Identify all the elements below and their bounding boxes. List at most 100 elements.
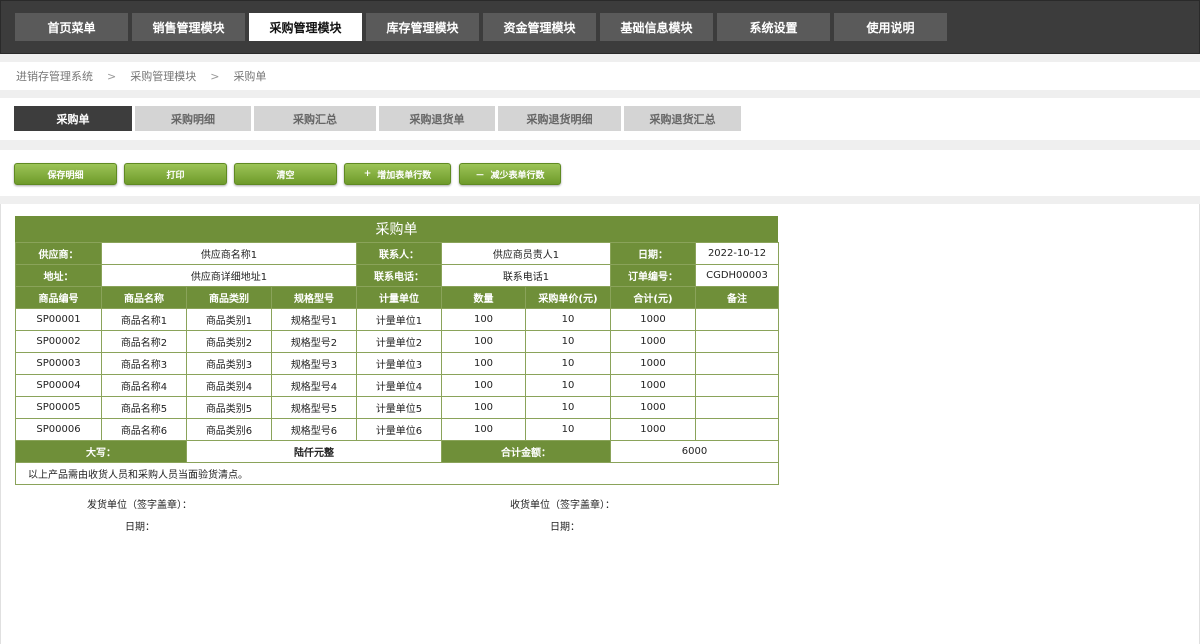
nav-item-sales[interactable]: 销售管理模块 [132, 13, 245, 41]
table-cell[interactable]: 10 [525, 418, 611, 441]
table-cell[interactable]: 规格型号6 [271, 418, 357, 441]
tab-purchase-return-summary[interactable]: 采购退货汇总 [624, 106, 741, 131]
tab-purchase-summary[interactable]: 采购汇总 [254, 106, 376, 131]
supplier-value[interactable]: 供应商名称1 [101, 242, 357, 265]
column-header: 备注 [695, 286, 779, 309]
table-row: SP00006 商品名称6 商品类别6 规格型号6 计量单位6 100 10 1000 [15, 418, 779, 441]
table-cell[interactable]: 商品名称3 [101, 352, 187, 375]
table-cell[interactable]: 商品类别1 [186, 308, 272, 331]
table-cell[interactable]: 规格型号4 [271, 374, 357, 397]
purchase-order-sheet: 采购单 供应商： 供应商名称1 联系人： 供应商员责人1 日期： 2022-10… [0, 204, 1200, 644]
breadcrumb-item[interactable]: 采购管理模块 [130, 68, 196, 84]
table-cell[interactable]: 商品类别3 [186, 352, 272, 375]
contact-value[interactable]: 供应商员责人1 [441, 242, 611, 265]
table-cell[interactable] [695, 396, 779, 419]
table-cell[interactable]: 计量单位1 [356, 308, 442, 331]
date-value[interactable]: 2022-10-12 [695, 242, 779, 265]
order-no-value[interactable]: CGDH00003 [695, 264, 779, 287]
table-cell[interactable]: 规格型号2 [271, 330, 357, 353]
breadcrumb-current: 采购单 [233, 70, 267, 83]
add-rows-button[interactable]: + 增加表单行数 [344, 163, 451, 185]
table-cell[interactable]: 商品名称2 [101, 330, 187, 353]
table-cell[interactable]: 10 [525, 330, 611, 353]
table-cell[interactable]: 商品类别2 [186, 330, 272, 353]
tab-purchase-order[interactable]: 采购单 [14, 106, 132, 131]
table-cell[interactable]: 1000 [610, 308, 696, 331]
amount-row: 大写： 陆仟元整 合计金额： 6000 [15, 440, 779, 463]
breadcrumb-item[interactable]: 进销存管理系统 [16, 68, 93, 84]
column-header: 规格型号 [271, 286, 357, 309]
top-nav: 首页菜单 销售管理模块 采购管理模块 库存管理模块 资金管理模块 基础信息模块 … [0, 0, 1200, 54]
table-cell[interactable]: 商品类别4 [186, 374, 272, 397]
table-cell[interactable]: 10 [525, 374, 611, 397]
phone-value[interactable]: 联系电话1 [441, 264, 611, 287]
table-row: SP00004 商品名称4 商品类别4 规格型号4 计量单位4 100 10 1000 [15, 374, 779, 397]
table-cell[interactable]: 100 [441, 418, 526, 441]
print-button[interactable]: 打印 [124, 163, 227, 185]
table-cell[interactable]: 计量单位6 [356, 418, 442, 441]
table-cell[interactable]: 100 [441, 330, 526, 353]
save-button-label: 保存明细 [47, 170, 84, 181]
table-cell[interactable]: 100 [441, 396, 526, 419]
remove-rows-button[interactable]: － 减少表单行数 [459, 163, 561, 185]
nav-item-help[interactable]: 使用说明 [834, 13, 947, 41]
tab-purchase-return[interactable]: 采购退货单 [379, 106, 495, 131]
table-cell[interactable]: 商品类别5 [186, 396, 272, 419]
table-row: SP00003 商品名称3 商品类别3 规格型号3 计量单位3 100 10 1000 [15, 352, 779, 375]
column-header: 合计(元) [610, 286, 696, 309]
table-cell[interactable] [695, 374, 779, 397]
table-cell[interactable]: 计量单位5 [356, 396, 442, 419]
total-amount-label: 合计金额： [441, 440, 611, 463]
table-cell[interactable]: 100 [441, 352, 526, 375]
table-cell[interactable]: 10 [525, 308, 611, 331]
nav-item-finance[interactable]: 资金管理模块 [483, 13, 596, 41]
nav-item-purchase[interactable]: 采购管理模块 [249, 13, 362, 41]
table-cell[interactable]: 规格型号1 [271, 308, 357, 331]
table-cell[interactable]: 1000 [610, 352, 696, 375]
table-cell[interactable]: 商品名称1 [101, 308, 187, 331]
column-header: 计量单位 [356, 286, 442, 309]
address-value[interactable]: 供应商详细地址1 [101, 264, 357, 287]
table-cell[interactable]: 1000 [610, 418, 696, 441]
nav-item-home[interactable]: 首页菜单 [15, 13, 128, 41]
table-cell[interactable]: 1000 [610, 330, 696, 353]
tab-purchase-detail[interactable]: 采购明细 [135, 106, 251, 131]
table-cell[interactable] [695, 352, 779, 375]
band [0, 90, 1200, 98]
table-cell[interactable]: SP00005 [15, 396, 102, 419]
table-cell[interactable]: SP00001 [15, 308, 102, 331]
inspection-note: 以上产品需由收货人员和采购人员当面验货清点。 [15, 462, 779, 485]
table-cell[interactable]: 商品名称4 [101, 374, 187, 397]
table-cell[interactable]: SP00002 [15, 330, 102, 353]
table-cell[interactable] [695, 418, 779, 441]
table-cell[interactable]: 商品名称5 [101, 396, 187, 419]
table-cell[interactable]: 100 [441, 374, 526, 397]
table-cell[interactable]: 100 [441, 308, 526, 331]
table-cell[interactable]: 规格型号3 [271, 352, 357, 375]
clear-button[interactable]: 清空 [234, 163, 337, 185]
table-cell[interactable]: 商品类别6 [186, 418, 272, 441]
table-cell[interactable]: 计量单位4 [356, 374, 442, 397]
breadcrumb-separator-icon: > [107, 69, 117, 83]
table-cell[interactable]: 1000 [610, 396, 696, 419]
nav-item-settings[interactable]: 系统设置 [717, 13, 830, 41]
tab-purchase-return-detail[interactable]: 采购退货明细 [498, 106, 621, 131]
column-header-row: 商品编号 商品名称 商品类别 规格型号 计量单位 数量 采购单价(元) 合计(元… [15, 286, 779, 309]
table-cell[interactable]: 规格型号5 [271, 396, 357, 419]
table-cell[interactable] [695, 308, 779, 331]
table-cell[interactable]: SP00006 [15, 418, 102, 441]
table-cell[interactable]: 10 [525, 352, 611, 375]
table-cell[interactable]: 计量单位2 [356, 330, 442, 353]
table-cell[interactable]: SP00004 [15, 374, 102, 397]
phone-label: 联系电话： [356, 264, 442, 287]
table-cell[interactable]: 商品名称6 [101, 418, 187, 441]
sender-signature-label: 发货单位（签字盖章）： [87, 500, 192, 511]
table-cell[interactable]: SP00003 [15, 352, 102, 375]
table-cell[interactable]: 1000 [610, 374, 696, 397]
save-detail-button[interactable]: 保存明细 [14, 163, 117, 185]
table-cell[interactable] [695, 330, 779, 353]
table-cell[interactable]: 10 [525, 396, 611, 419]
table-cell[interactable]: 计量单位3 [356, 352, 442, 375]
nav-item-inventory[interactable]: 库存管理模块 [366, 13, 479, 41]
nav-item-basic-info[interactable]: 基础信息模块 [600, 13, 713, 41]
